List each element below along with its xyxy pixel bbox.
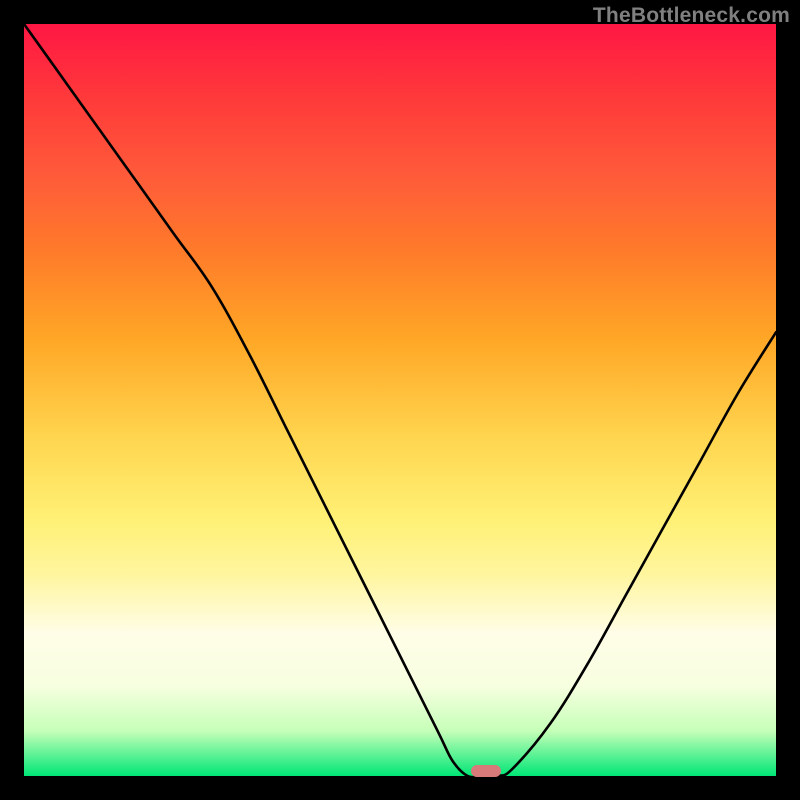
- optimum-marker: [471, 765, 501, 777]
- watermark-text: TheBottleneck.com: [593, 4, 790, 28]
- chart-frame: TheBottleneck.com: [0, 0, 800, 800]
- bottleneck-curve: [24, 24, 776, 776]
- chart-plot-area: [24, 24, 776, 776]
- curve-path: [24, 24, 776, 776]
